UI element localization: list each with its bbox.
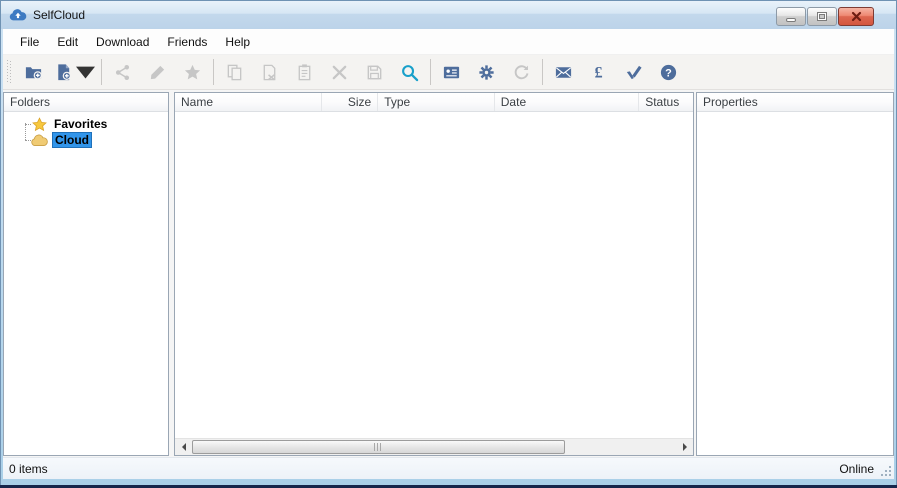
scroll-left-button[interactable] [175,439,192,455]
share-button[interactable] [105,58,140,86]
cut-button[interactable] [252,58,287,86]
paste-icon [295,63,314,82]
svg-text:£: £ [594,64,602,81]
cloud-folder-icon [31,133,48,148]
column-header-status[interactable]: Status [639,93,693,111]
arrow-left-icon [182,443,186,451]
close-button[interactable] [838,7,874,26]
tree-item-cloud[interactable]: Cloud [4,132,168,148]
edit-button[interactable] [140,58,175,86]
share-icon [113,63,132,82]
tree-connector [25,124,31,125]
search-icon [400,63,419,82]
menu-file[interactable]: File [11,31,48,53]
new-folder-icon [24,63,43,82]
app-cloud-icon [9,8,27,22]
properties-panel: Properties [696,92,894,456]
column-header-size[interactable]: Size [322,93,378,111]
folders-header-label: Folders [4,93,168,111]
menu-bar: File Edit Download Friends Help [3,29,894,55]
resize-grip[interactable] [880,465,892,477]
account-icon [442,63,461,82]
feedback-button[interactable] [616,58,651,86]
help-button[interactable]: ? [651,58,686,86]
copy-icon [225,63,244,82]
window-title: SelfCloud [33,8,85,22]
column-header-date[interactable]: Date [495,93,639,111]
folder-tree: Favorites Cloud [4,112,168,148]
menu-friends[interactable]: Friends [158,31,216,53]
status-bar: 0 items Online [3,457,894,479]
toolbar-separator [430,59,431,85]
feedback-icon [624,63,643,82]
maximize-icon [817,12,827,21]
menu-download[interactable]: Download [87,31,158,53]
scrollbar-thumb[interactable] [192,440,565,454]
tree-item-label: Favorites [52,117,109,131]
properties-header: Properties [697,93,893,112]
account-button[interactable] [434,58,469,86]
scrollbar-track[interactable] [192,439,676,455]
app-window: SelfCloud File Edit Download Friends Hel… [0,0,897,488]
scrollbar-grip-icon [374,443,382,451]
file-list-header-row: Name Size Type Date Status [175,93,693,112]
folders-panel: Folders Favorites [3,92,169,456]
menu-edit[interactable]: Edit [48,31,87,53]
title-bar: SelfCloud [1,1,896,29]
favorite-button[interactable] [175,58,210,86]
delete-icon [330,63,349,82]
minimize-button[interactable] [776,7,806,26]
file-list-panel: Name Size Type Date Status [174,92,694,456]
edit-icon [148,63,167,82]
tree-item-label-selected: Cloud [52,132,92,148]
funds-button[interactable]: £ [581,58,616,86]
funds-icon: £ [589,63,608,82]
toolbar-gripper[interactable] [7,60,12,84]
minimize-icon [786,18,796,22]
search-button[interactable] [392,58,427,86]
folders-header: Folders [4,93,168,112]
close-icon [851,11,862,22]
chevron-down-icon [76,63,95,82]
column-header-name[interactable]: Name [175,93,322,111]
paste-button[interactable] [287,58,322,86]
favorite-icon [183,63,202,82]
new-folder-button[interactable] [16,58,51,86]
content-area: Folders Favorites [3,90,894,457]
tree-connector [25,140,31,141]
properties-header-label: Properties [697,93,893,111]
items-count-label: 0 items [9,462,839,476]
settings-icon [477,63,496,82]
refresh-icon [512,63,531,82]
copy-button[interactable] [217,58,252,86]
arrow-right-icon [683,443,687,451]
delete-button[interactable] [322,58,357,86]
settings-button[interactable] [469,58,504,86]
connection-status-label: Online [839,462,874,476]
menu-help[interactable]: Help [216,31,259,53]
cut-icon [260,63,279,82]
mail-icon [554,63,573,82]
scroll-right-button[interactable] [676,439,693,455]
column-header-type[interactable]: Type [378,93,495,111]
horizontal-scrollbar [175,438,693,455]
toolbar: £ ? [3,55,894,90]
help-icon: ? [659,63,678,82]
save-icon [365,63,384,82]
star-icon [31,117,48,132]
window-controls [776,7,874,26]
upload-file-button[interactable] [51,58,98,86]
mail-button[interactable] [546,58,581,86]
toolbar-separator [101,59,102,85]
tree-item-favorites[interactable]: Favorites [4,116,168,132]
maximize-button[interactable] [807,7,837,26]
save-button[interactable] [357,58,392,86]
toolbar-separator [542,59,543,85]
svg-text:?: ? [665,67,672,79]
toolbar-separator [213,59,214,85]
upload-file-icon [54,63,73,82]
refresh-button[interactable] [504,58,539,86]
window-body: File Edit Download Friends Help [3,29,894,479]
